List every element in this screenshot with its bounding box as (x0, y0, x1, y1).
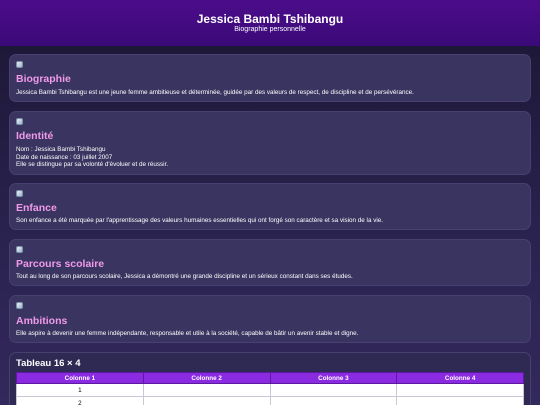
section-title: Identité (16, 130, 54, 142)
section-biographie: Biographie Jessica Bambi Tshibangu est u… (9, 54, 531, 102)
section-text: Elle aspire à devenir une femme indépend… (16, 330, 359, 337)
section-identite: Identité Nom : Jessica Bambi Tshibangu D… (9, 111, 531, 175)
section-text: Elle se distingue par sa volonté d'évolu… (16, 161, 169, 169)
table-cell (396, 396, 524, 405)
column-header: Colonne 2 (142, 372, 271, 384)
page-subtitle: Biographie personnelle (234, 26, 306, 33)
column-header: Colonne 4 (396, 372, 524, 384)
page-header: Jessica Bambi Tshibangu Biographie perso… (0, 0, 540, 46)
table-header-row: Colonne 1 Colonne 2 Colonne 3 Colonne 4 (16, 372, 524, 384)
table-cell (269, 383, 398, 397)
table-section: Tableau 16 × 4 Colonne 1 Colonne 2 Colon… (9, 352, 531, 405)
table-cell: 1 (16, 383, 144, 397)
data-table: Colonne 1 Colonne 2 Colonne 3 Colonne 4 … (16, 372, 524, 405)
section-enfance: Enfance Son enfance a été marquée par l'… (9, 183, 531, 230)
table-title: Tableau 16 × 4 (16, 358, 81, 369)
table-cell (396, 383, 524, 397)
table-cell (142, 383, 271, 397)
column-header: Colonne 3 (269, 372, 398, 384)
broken-image-icon (16, 302, 23, 309)
page-title: Jessica Bambi Tshibangu (196, 12, 344, 26)
table-cell (142, 396, 271, 405)
section-title: Ambitions (16, 315, 68, 327)
table-row: 2 (16, 396, 524, 405)
section-text: Date de naissance : 03 juillet 2007 (16, 153, 113, 161)
broken-image-icon (16, 190, 23, 197)
table-cell (269, 396, 398, 405)
section-parcours-scolaire: Parcours scolaire Tout au long de son pa… (9, 239, 531, 286)
section-text: Son enfance a été marquée par l'apprenti… (16, 217, 383, 224)
section-title: Parcours scolaire (16, 258, 105, 270)
table-cell: 2 (16, 396, 144, 405)
broken-image-icon (16, 118, 23, 125)
section-ambitions: Ambitions Elle aspire à devenir une femm… (9, 295, 531, 343)
broken-image-icon (16, 246, 23, 253)
section-text: Tout au long de son parcours scolaire, J… (16, 273, 353, 280)
broken-image-icon (16, 61, 23, 68)
section-text: Nom : Jessica Bambi Tshibangu (16, 146, 106, 153)
column-header: Colonne 1 (16, 372, 144, 384)
section-title: Enfance (16, 202, 57, 214)
section-title: Biographie (16, 73, 71, 85)
table-row: 1 (16, 383, 524, 397)
section-text: Jessica Bambi Tshibangu est une jeune fe… (16, 89, 414, 96)
